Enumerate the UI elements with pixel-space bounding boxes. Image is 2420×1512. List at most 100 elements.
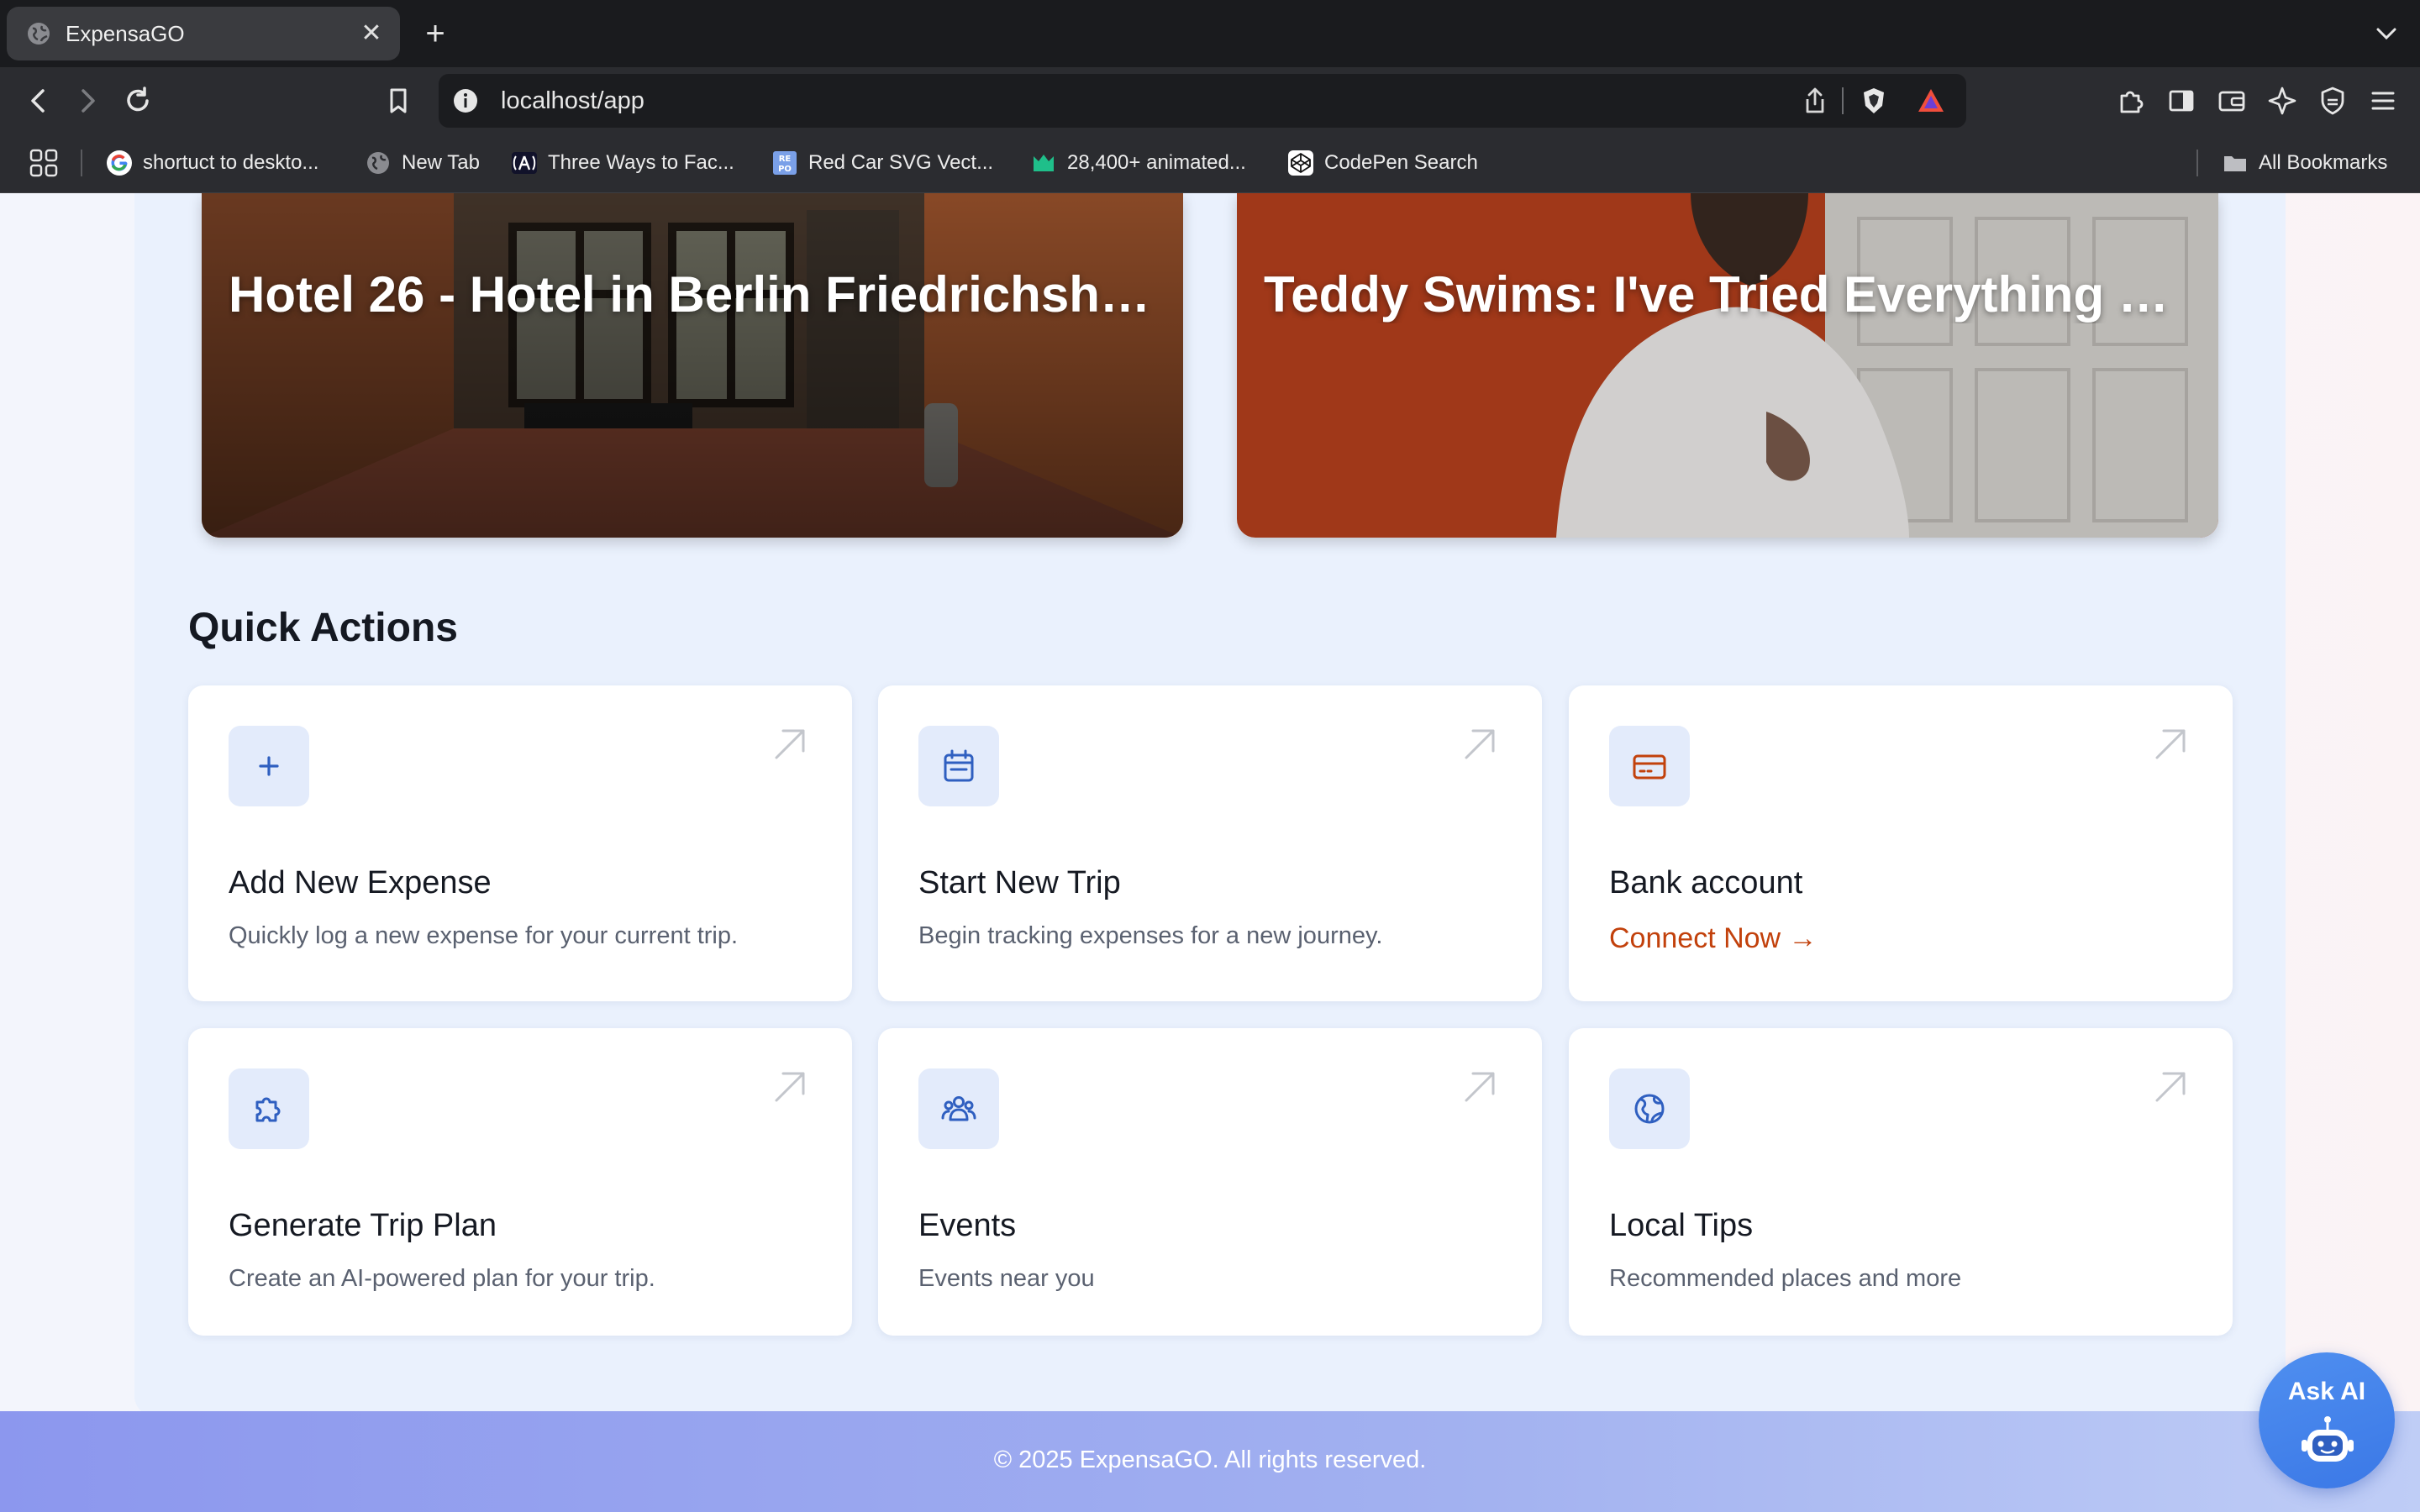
app-page: Hotel 26 - Hotel in Berlin Friedrichshai… (0, 193, 2420, 1512)
card-description: Recommended places and more (1609, 1265, 1962, 1292)
address-bar[interactable]: localhost/app (439, 74, 1966, 128)
connect-now-link[interactable]: Connect Now → (1609, 922, 1818, 955)
card-title: Add New Expense (229, 865, 492, 900)
robot-icon (2302, 1416, 2354, 1462)
bank-account-card[interactable]: Bank account Connect Now → (1569, 685, 2233, 1001)
tab-title: ExpensaGO (66, 21, 185, 46)
new-tab-button[interactable]: + (417, 15, 454, 52)
copyright-text: © 2025 ExpensaGO. All rights reserved. (993, 1446, 1427, 1473)
codepen-icon (1288, 150, 1313, 176)
bookmark-label: shortuct to deskto... (143, 151, 319, 174)
arrow-up-right-icon (1465, 1072, 1495, 1102)
hero-card-event[interactable]: Teddy Swims: I've Tried Everything But..… (1237, 193, 2218, 538)
sidebar-icon[interactable] (2165, 84, 2198, 118)
browser-tab[interactable]: ExpensaGO ✕ (7, 7, 400, 60)
arrow-up-right-icon (775, 1072, 805, 1102)
bookmark-item[interactable]: shortuct to deskto... (106, 148, 318, 178)
ask-ai-button[interactable]: Ask AI (2259, 1352, 2395, 1488)
bookmark-item[interactable]: RE PO Red Car SVG Vect... (771, 148, 993, 178)
card-description: Quickly log a new expense for your curre… (229, 922, 739, 949)
menu-icon[interactable] (2366, 84, 2400, 118)
card-description: Begin tracking expenses for a new journe… (918, 922, 1383, 949)
share-icon[interactable] (1800, 86, 1830, 116)
folder-icon (2224, 156, 2246, 171)
separator (2196, 150, 2198, 176)
start-trip-card[interactable]: Start New Trip Begin tracking expenses f… (878, 685, 1542, 1001)
card-title: Local Tips (1609, 1208, 1754, 1243)
all-bookmarks-label: All Bookmarks (2259, 151, 2388, 174)
repo-icon: RE PO (773, 151, 797, 175)
hotel-photo (202, 193, 1183, 538)
browser-toolbar: localhost/app (0, 67, 2420, 134)
icon-tile (1609, 1068, 1690, 1149)
info-icon[interactable] (450, 86, 481, 116)
icon-tile (229, 726, 309, 806)
page-footer: © 2025 ExpensaGO. All rights reserved. (0, 1411, 2420, 1512)
close-icon[interactable]: ✕ (356, 18, 387, 49)
puzzle-icon (255, 1097, 281, 1122)
card-description: Create an AI-powered plan for your trip. (229, 1265, 655, 1292)
bookmark-label: Red Car SVG Vect... (808, 151, 994, 174)
events-card[interactable]: Events Events near you (878, 1028, 1542, 1336)
card-title: Start New Trip (918, 865, 1121, 900)
icon-tile (918, 726, 999, 806)
bookmark-item[interactable]: CodePen Search (1287, 148, 1478, 178)
icon-tile (1609, 726, 1690, 806)
hero-card-title: Teddy Swims: I've Tried Everything But..… (1264, 266, 2198, 323)
bookmarks-bar: shortuct to deskto... New Tab Three Ways… (0, 134, 2420, 193)
plus-icon (259, 756, 279, 776)
arrow-up-right-icon (1465, 729, 1495, 759)
chevron-down-icon[interactable] (2371, 18, 2402, 49)
hero-card-hotel[interactable]: Hotel 26 - Hotel in Berlin Friedrichshai… (202, 193, 1183, 538)
svg-text:RE: RE (779, 155, 792, 164)
bookmark-icon[interactable] (381, 84, 415, 118)
angular-icon (512, 152, 537, 174)
globe-icon (367, 152, 389, 174)
bookmark-label: 28,400+ animated... (1067, 151, 1246, 174)
url-text[interactable]: localhost/app (501, 87, 644, 114)
bookmark-label: New Tab (402, 151, 480, 174)
quick-actions-title: Quick Actions (188, 606, 458, 650)
arrow-up-right-icon (2155, 729, 2186, 759)
event-photo (1237, 193, 2218, 538)
generate-trip-plan-card[interactable]: Generate Trip Plan Create an AI-powered … (188, 1028, 852, 1336)
credit-card-icon (1633, 754, 1666, 780)
arrow-up-right-icon (2155, 1072, 2186, 1102)
card-description: Events near you (918, 1265, 1095, 1292)
wallet-icon[interactable] (2215, 84, 2249, 118)
bookmark-item[interactable]: 28,400+ animated... (1030, 148, 1246, 178)
local-tips-card[interactable]: Local Tips Recommended places and more (1569, 1028, 2233, 1336)
globe-icon (1634, 1094, 1665, 1124)
calendar-icon (944, 749, 974, 782)
bookmark-label: CodePen Search (1324, 151, 1478, 174)
hero-card-title: Hotel 26 - Hotel in Berlin Friedrichshai… (229, 266, 1163, 323)
card-title: Bank account (1609, 865, 1803, 900)
bookmark-item[interactable]: New Tab (365, 148, 480, 178)
svg-text:PO: PO (778, 165, 792, 174)
users-icon (941, 1096, 976, 1121)
all-bookmarks-button[interactable]: All Bookmarks (2222, 148, 2387, 178)
bookmark-item[interactable]: Three Ways to Fac... (511, 148, 734, 178)
lottie-icon (1034, 155, 1054, 171)
google-icon (107, 150, 132, 176)
icon-tile (918, 1068, 999, 1149)
apps-grid-icon[interactable] (29, 148, 59, 178)
icon-tile (229, 1068, 309, 1149)
separator (1842, 87, 1844, 114)
vpn-shield-icon[interactable] (2316, 84, 2349, 118)
forward-icon[interactable] (71, 84, 104, 118)
add-expense-card[interactable]: Add New Expense Quickly log a new expens… (188, 685, 852, 1001)
separator (81, 150, 82, 176)
card-title: Events (918, 1208, 1017, 1243)
ask-ai-label: Ask AI (2287, 1378, 2366, 1405)
brave-rewards-icon[interactable] (1916, 86, 1946, 116)
brave-shield-icon[interactable] (1859, 86, 1889, 116)
reload-icon[interactable] (121, 84, 155, 118)
card-title: Generate Trip Plan (229, 1208, 497, 1243)
browser-tab-strip: ExpensaGO ✕ + (0, 0, 2420, 67)
leo-ai-icon[interactable] (2265, 84, 2299, 118)
back-icon[interactable] (22, 84, 55, 118)
extensions-icon[interactable] (2114, 84, 2148, 118)
bookmark-label: Three Ways to Fac... (548, 151, 734, 174)
globe-icon (28, 23, 50, 45)
